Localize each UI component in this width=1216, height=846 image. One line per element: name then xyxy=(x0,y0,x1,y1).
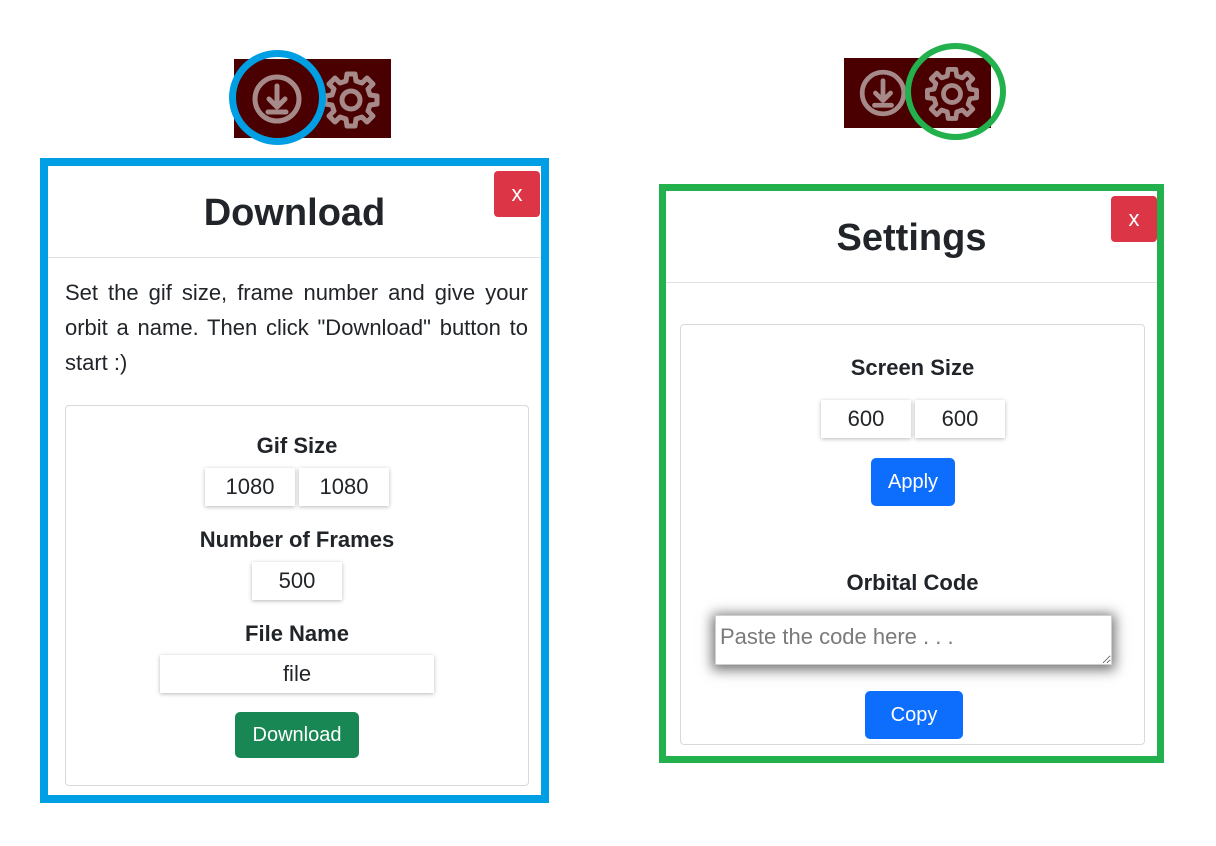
download-modal: Download x Set the gif size, frame numbe… xyxy=(40,158,549,803)
download-form-card: Gif Size Number of Frames File Name Down… xyxy=(65,405,529,786)
close-button[interactable]: x xyxy=(1111,196,1157,242)
screen-height-input[interactable] xyxy=(915,400,1005,438)
download-description: Set the gif size, frame number and give … xyxy=(65,280,528,375)
screen-size-label: Screen Size xyxy=(850,355,975,380)
file-name-input[interactable] xyxy=(160,655,434,693)
gif-height-input[interactable] xyxy=(299,468,389,506)
file-name-label: File Name xyxy=(245,621,349,646)
settings-modal: Settings x Screen Size Apply Orbital Cod… xyxy=(659,184,1164,763)
modal-title: Download xyxy=(203,192,386,234)
download-modal-header: Download x xyxy=(48,166,541,258)
download-button[interactable]: Download xyxy=(235,712,359,758)
screen-width-input[interactable] xyxy=(821,400,911,438)
gif-width-input[interactable] xyxy=(205,468,295,506)
download-icon-highlight-ring xyxy=(229,50,326,145)
modal-title: Settings xyxy=(836,217,987,259)
gif-size-label: Gif Size xyxy=(256,433,338,458)
settings-form-card: Screen Size Apply Orbital Code Copy xyxy=(680,324,1145,745)
apply-button[interactable]: Apply xyxy=(871,458,955,506)
orbital-code-textarea[interactable] xyxy=(715,615,1112,665)
close-button[interactable]: x xyxy=(494,171,540,217)
frames-input[interactable] xyxy=(252,562,342,600)
frames-label: Number of Frames xyxy=(199,527,395,552)
copy-button[interactable]: Copy xyxy=(865,691,963,739)
settings-icon-highlight-ring xyxy=(905,43,1006,140)
orbital-code-label: Orbital Code xyxy=(846,570,979,595)
settings-modal-header: Settings x xyxy=(666,191,1157,283)
